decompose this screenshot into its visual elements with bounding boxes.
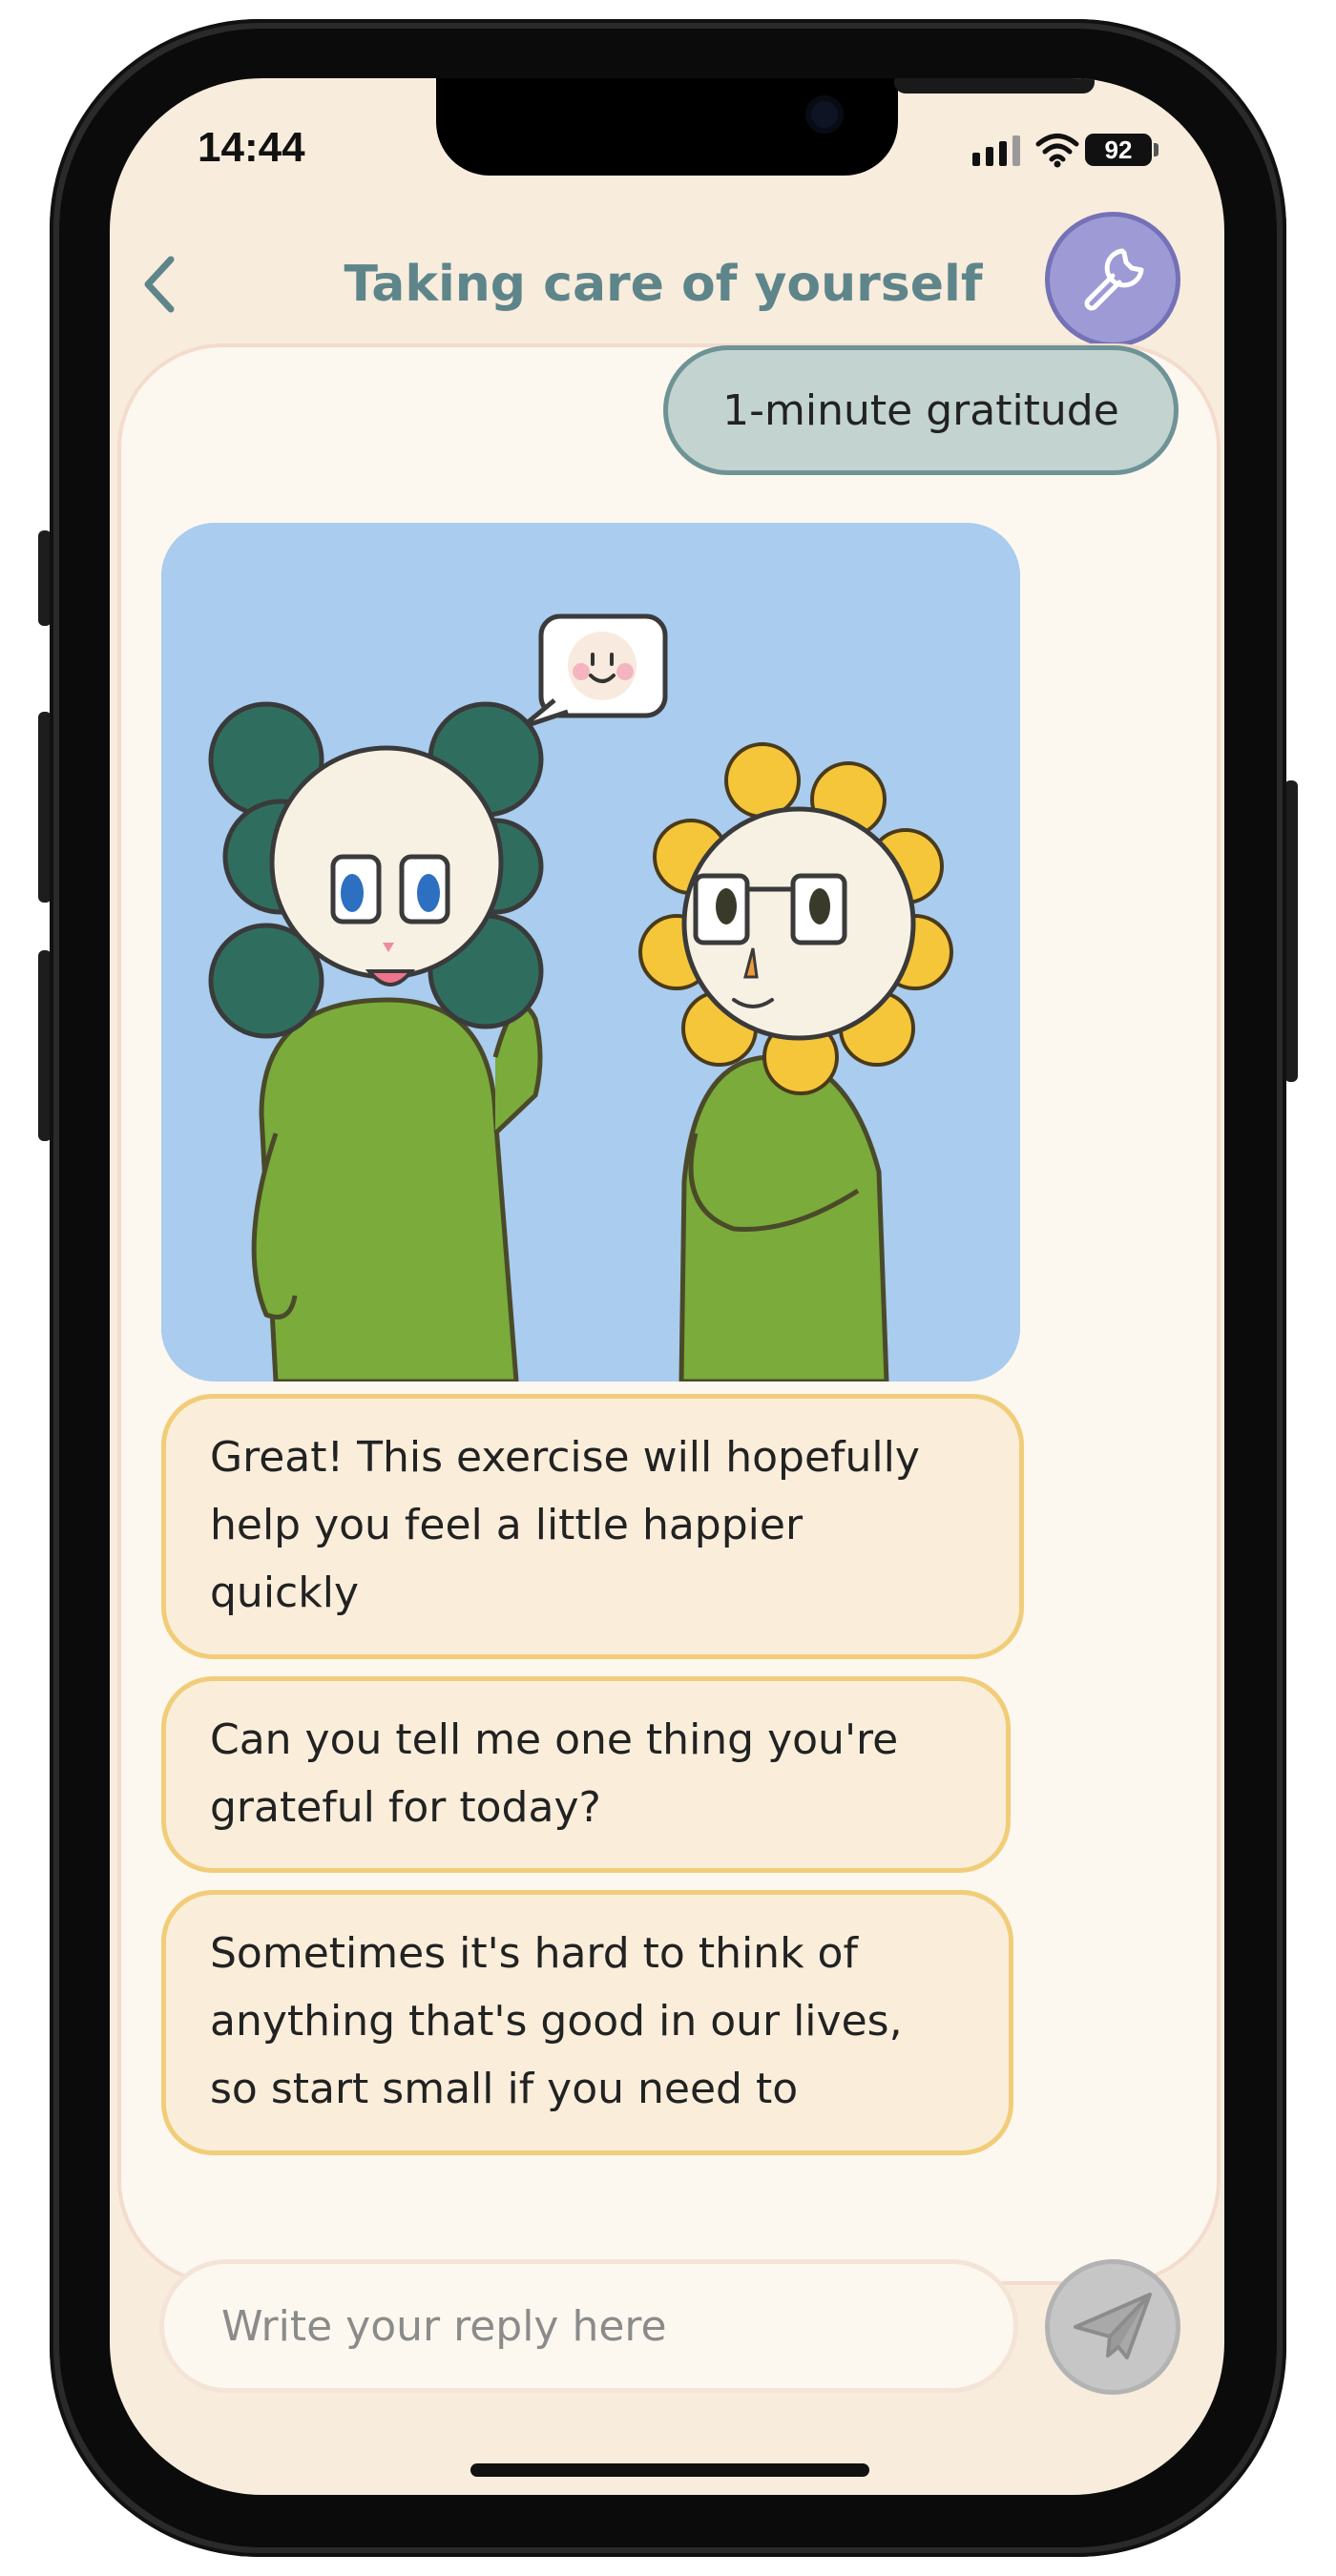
user-message-bubble: 1-minute gratitude: [663, 345, 1179, 475]
bot-message-line: so start small if you need to: [210, 2065, 799, 2113]
cellular-signal-icon: [969, 130, 1026, 172]
battery-icon: 92: [1085, 134, 1152, 166]
bot-message-line: help you feel a little happier: [210, 1501, 804, 1549]
app-screenshot: 14:44 92 Taking care of yourself 1-minut…: [0, 0, 1336, 2576]
tools-button[interactable]: [1045, 212, 1180, 347]
paper-plane-icon: [1074, 2293, 1152, 2359]
side-button-power: [1284, 780, 1298, 1082]
app-screen: 14:44 92 Taking care of yourself 1-minut…: [110, 78, 1224, 2495]
chevron-left-icon: [144, 256, 175, 313]
front-camera: [805, 95, 844, 134]
page-title: Taking care of yourself: [344, 256, 983, 313]
bot-message-line: Sometimes it's hard to think of: [210, 1929, 858, 1978]
bot-message-bubble: Can you tell me one thing you're gratefu…: [161, 1676, 1011, 1873]
smiley-speech-bubble-icon: [519, 613, 668, 730]
home-indicator[interactable]: [470, 2463, 869, 2477]
bot-message-line: Great! This exercise will hopefully: [210, 1433, 920, 1482]
bot-message-line: quickly: [210, 1568, 359, 1617]
bot-message-line: anything that's good in our lives,: [210, 1997, 903, 2046]
wrench-icon: [1084, 248, 1144, 311]
user-message-text: 1-minute gratitude: [722, 385, 1119, 435]
status-icons: 92: [969, 130, 1159, 172]
earpiece-speaker: [894, 78, 1095, 93]
bot-message-bubble: Sometimes it's hard to think of anything…: [161, 1890, 1013, 2155]
reply-input[interactable]: [159, 2259, 1018, 2393]
status-time: 14:44: [198, 124, 305, 171]
battery-level: 92: [1104, 135, 1133, 164]
bot-message-line: Can you tell me one thing you're: [210, 1715, 899, 1764]
illustration-art: [161, 523, 1020, 1381]
send-button[interactable]: [1045, 2259, 1180, 2395]
notch: [436, 78, 1095, 176]
back-button[interactable]: [121, 237, 198, 332]
battery-tip: [1154, 143, 1159, 156]
bot-message-bubble: Great! This exercise will hopefully help…: [161, 1394, 1024, 1659]
chat-illustration: [161, 523, 1020, 1381]
wifi-icon: [1035, 134, 1079, 168]
bot-message-line: grateful for today?: [210, 1783, 601, 1832]
